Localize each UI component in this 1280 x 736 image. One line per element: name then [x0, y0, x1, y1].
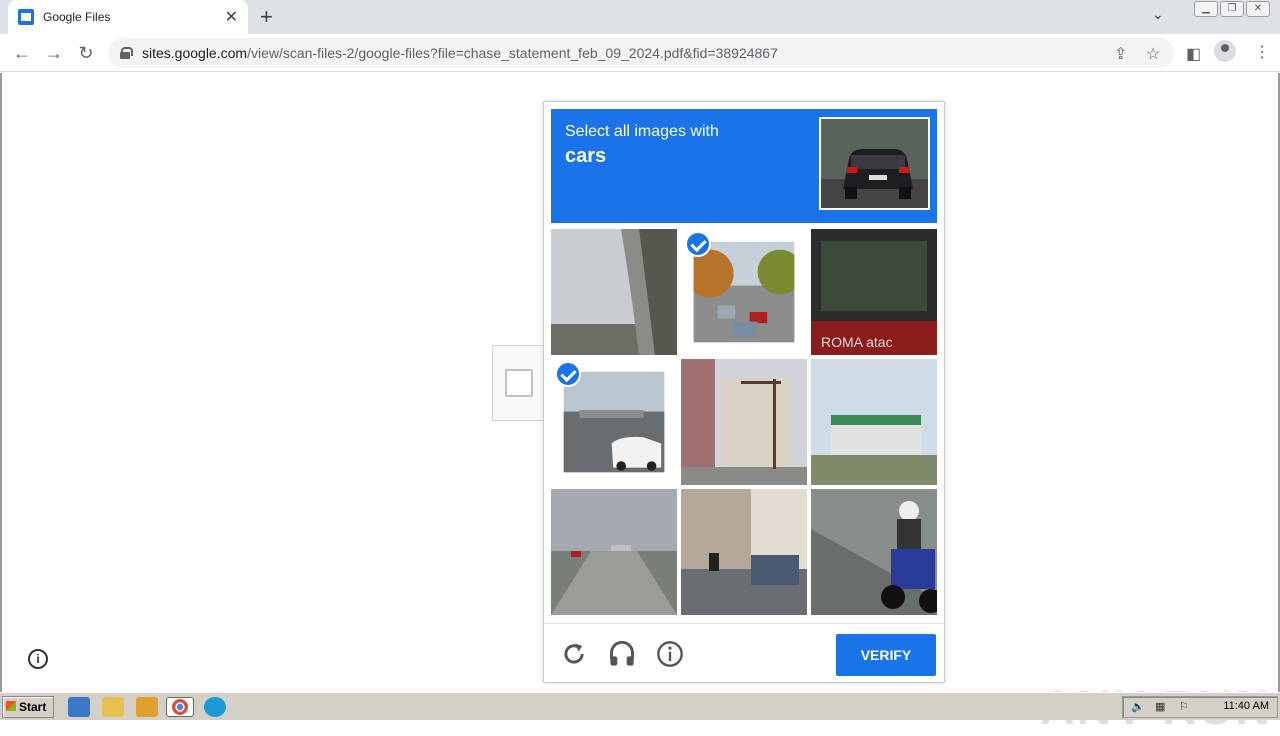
restore-button[interactable]: ❐: [1220, 1, 1244, 17]
start-button[interactable]: Start: [2, 696, 54, 718]
captcha-challenge: Select all images with cars ROMA atac VE…: [543, 101, 945, 683]
image-tile-5[interactable]: [681, 359, 807, 485]
sample-image: [819, 117, 930, 210]
captcha-instruction: Select all images with: [565, 123, 719, 140]
chrome-icon[interactable]: [166, 697, 194, 717]
browser-toolbar: ← → ↻ sites.google.com/view/scan-files-2…: [0, 34, 1280, 72]
refresh-icon[interactable]: [560, 640, 588, 668]
new-tab-button[interactable]: +: [260, 4, 273, 30]
captcha-target: cars: [565, 145, 607, 167]
chevron-down-icon[interactable]: ⌄: [1152, 6, 1164, 23]
image-tile-4[interactable]: [551, 359, 677, 485]
taskbar: Start 🔈 ▦ ⚐ 11:40 AM: [0, 692, 1280, 720]
image-tile-2[interactable]: [681, 229, 807, 355]
ie-icon[interactable]: [68, 697, 90, 717]
info-icon[interactable]: [656, 640, 684, 668]
share-icon[interactable]: ⇪: [1114, 44, 1127, 64]
window-controls: ▁ ❐ ✕: [1194, 1, 1270, 17]
image-tile-3[interactable]: ROMA atac: [811, 229, 937, 355]
profile-avatar-icon[interactable]: [1214, 40, 1236, 62]
image-grid: ROMA atac: [551, 229, 937, 615]
url-path: /view/scan-files-2/google-files?file=cha…: [247, 45, 778, 61]
volume-icon[interactable]: 🔈: [1131, 700, 1145, 714]
forward-arrow-icon[interactable]: →: [42, 41, 66, 65]
image-tile-6[interactable]: [811, 359, 937, 485]
captcha-header: Select all images with cars: [551, 109, 937, 223]
more-menu-icon[interactable]: ⋮: [1254, 42, 1270, 62]
clock[interactable]: 11:40 AM: [1223, 700, 1269, 712]
folder-icon[interactable]: [102, 697, 124, 717]
back-arrow-icon[interactable]: ←: [10, 41, 34, 65]
network-icon[interactable]: ▦: [1155, 700, 1169, 714]
info-icon[interactable]: i: [28, 649, 48, 669]
image-tile-9[interactable]: [811, 489, 937, 615]
image-tile-7[interactable]: [551, 489, 677, 615]
svg-text:ROMA atac: ROMA atac: [821, 334, 893, 350]
image-tile-1[interactable]: [551, 229, 677, 355]
side-panel-icon[interactable]: ◧: [1186, 44, 1201, 64]
edge-icon[interactable]: [204, 697, 226, 717]
image-tile-8[interactable]: [681, 489, 807, 615]
media-player-icon[interactable]: [136, 697, 158, 717]
recaptcha-anchor: [492, 345, 544, 421]
selected-check-icon: [685, 231, 711, 257]
tab-strip: Google Files ✕ + ⌄ ▁ ❐ ✕: [0, 0, 1280, 34]
page-content: i Select all images with cars ROMA atac …: [0, 73, 1280, 735]
selected-check-icon: [555, 361, 581, 387]
captcha-footer: VERIFY: [544, 623, 944, 683]
lock-icon[interactable]: [120, 47, 133, 59]
url-host: sites.google.com: [142, 45, 248, 61]
close-window-button[interactable]: ✕: [1246, 1, 1270, 17]
reload-icon[interactable]: ↻: [74, 41, 98, 65]
bookmark-star-icon[interactable]: ☆: [1146, 44, 1160, 64]
tab-title: Google Files: [43, 10, 111, 24]
address-bar[interactable]: sites.google.com/view/scan-files-2/googl…: [108, 38, 1174, 68]
flag-icon[interactable]: ⚐: [1179, 700, 1193, 714]
headphones-icon[interactable]: [608, 640, 636, 668]
recaptcha-checkbox[interactable]: [505, 369, 533, 397]
verify-button[interactable]: VERIFY: [836, 634, 936, 676]
sites-favicon-icon: [18, 9, 34, 25]
system-tray: 🔈 ▦ ⚐ 11:40 AM: [1122, 696, 1278, 718]
tab-google-files[interactable]: Google Files ✕: [8, 0, 248, 34]
minimize-button[interactable]: ▁: [1194, 1, 1218, 17]
close-tab-icon[interactable]: ✕: [225, 7, 238, 27]
